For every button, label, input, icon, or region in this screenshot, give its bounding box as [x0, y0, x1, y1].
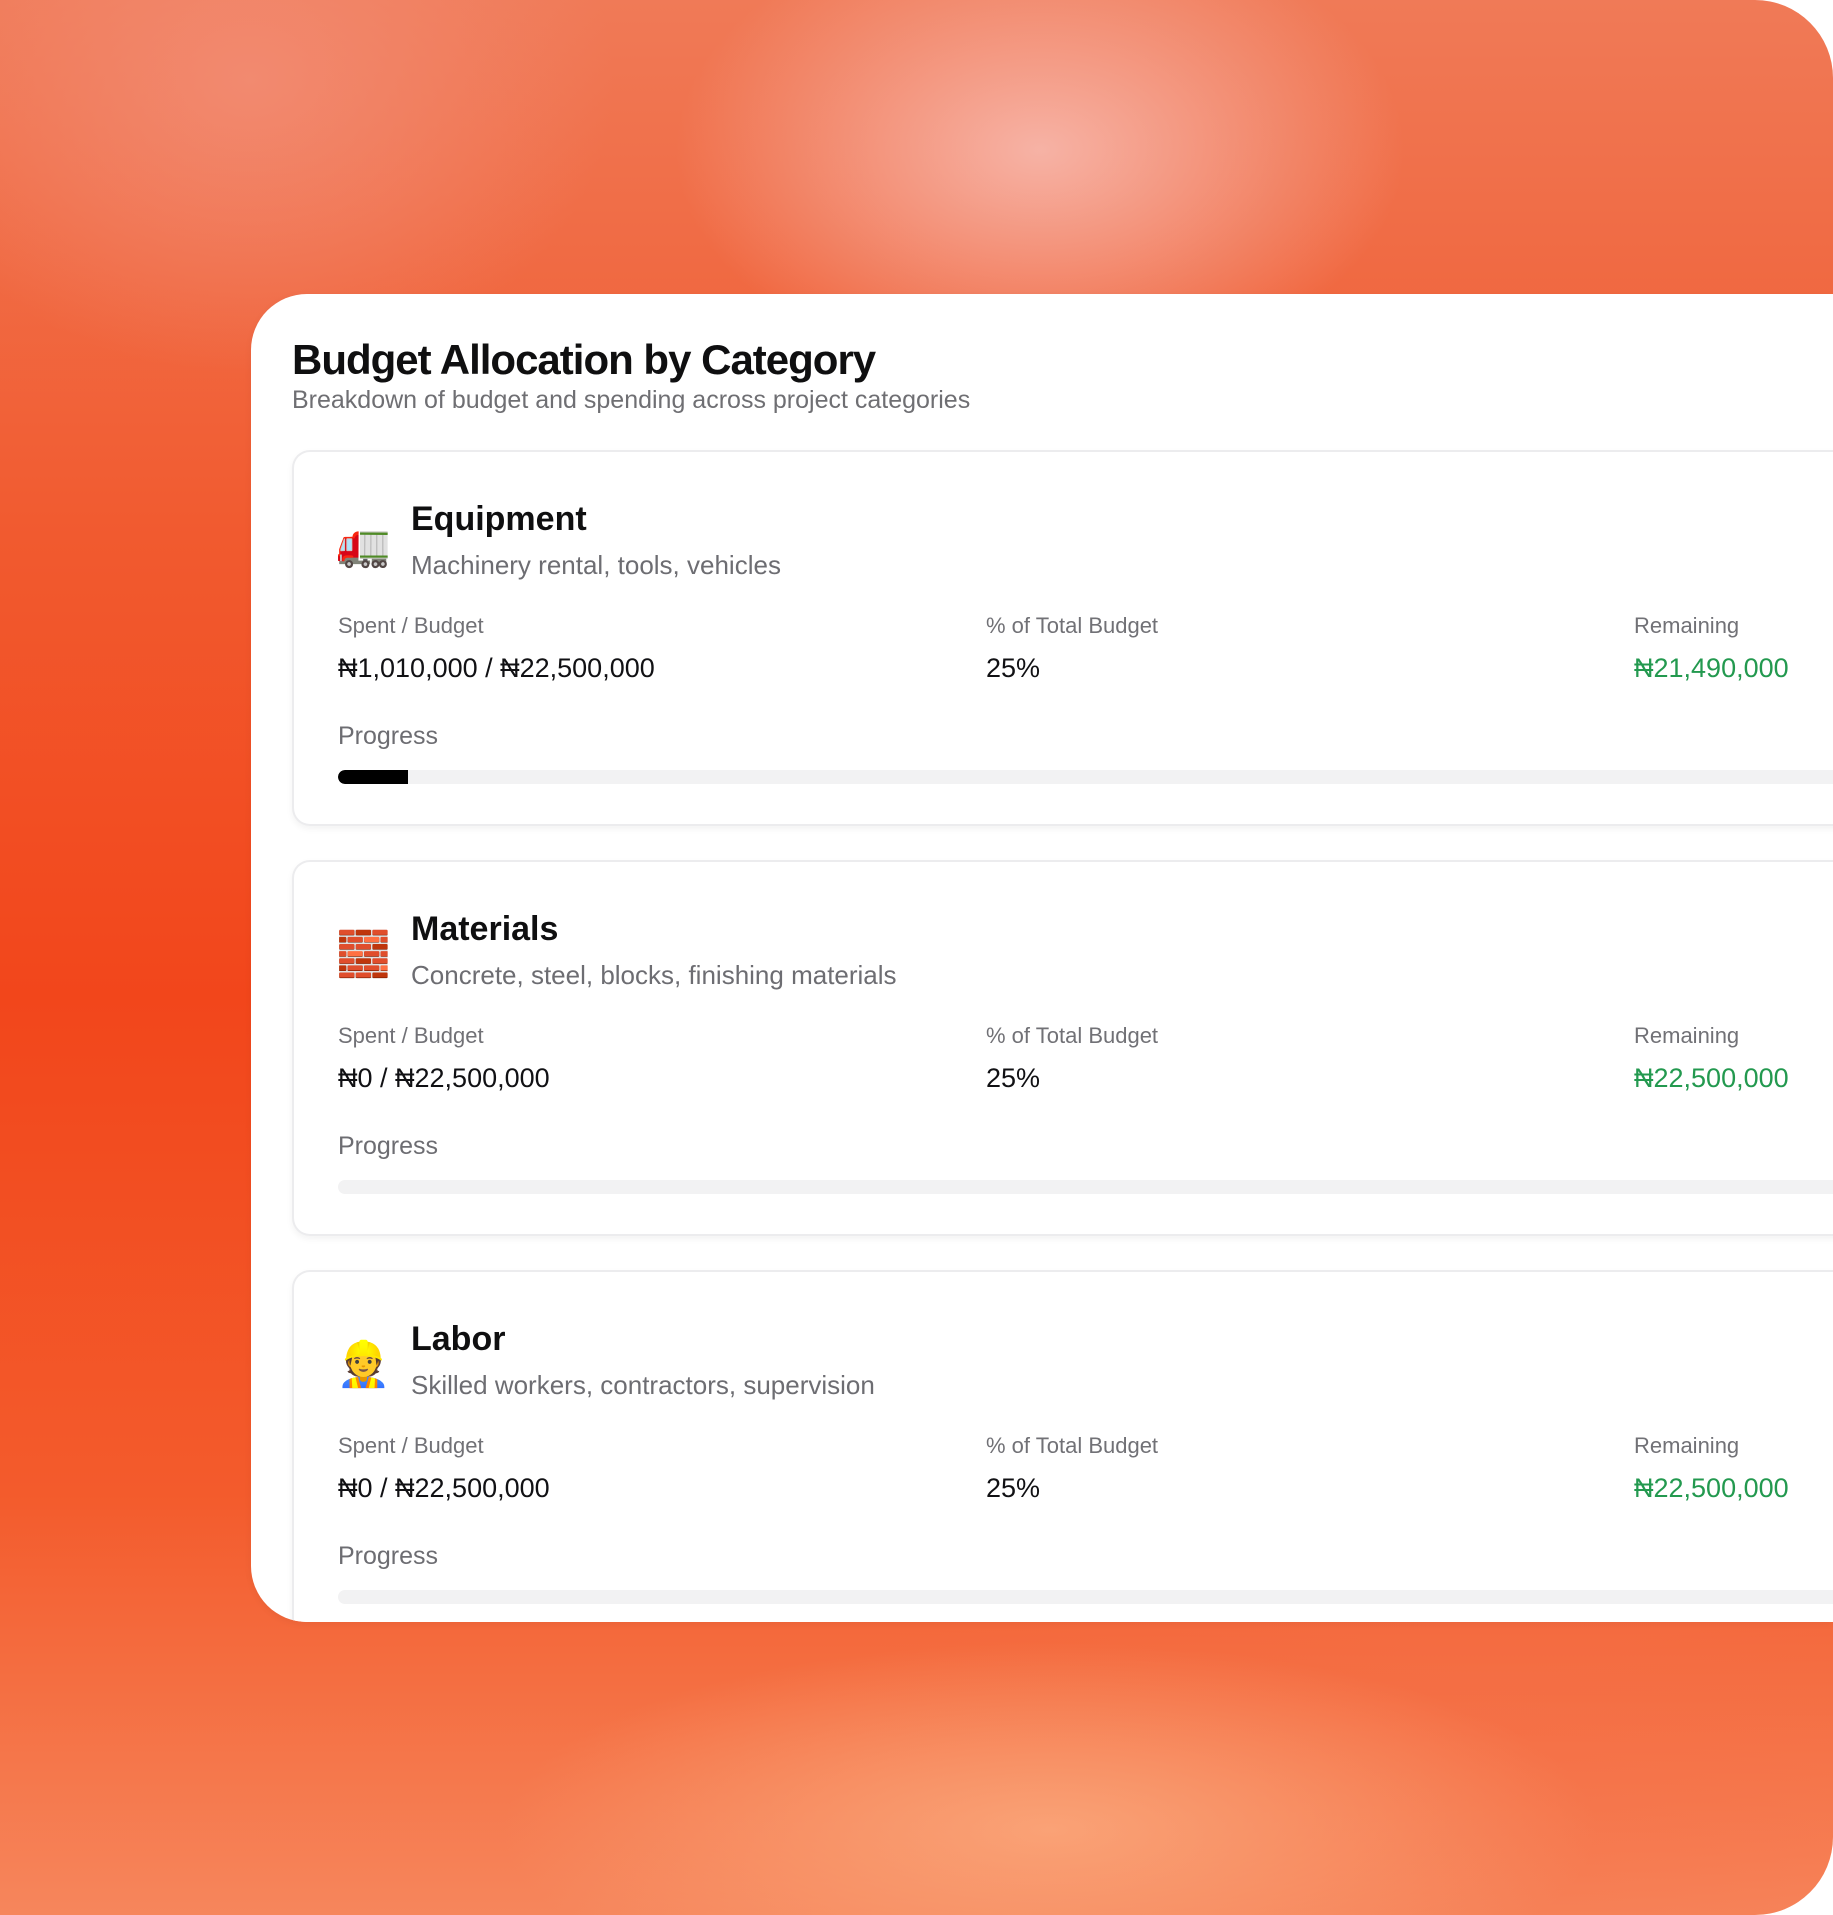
progress-fill [338, 770, 408, 784]
spent-budget-label: Spent / Budget [338, 1433, 484, 1458]
category-name: Equipment [411, 500, 587, 538]
category-description: Machinery rental, tools, vehicles [411, 550, 781, 580]
percent-total-label: % of Total Budget [986, 613, 1159, 638]
page-title: Budget Allocation by Category [292, 336, 876, 383]
category-card-labor[interactable]: 👷 Labor Skilled workers, contractors, su… [292, 1270, 1833, 1622]
truck-icon: 🚛 [336, 520, 391, 569]
budget-allocation-panel: Budget Allocation by Category Breakdown … [251, 294, 1833, 1622]
category-description: Concrete, steel, blocks, finishing mater… [411, 960, 897, 990]
category-card-materials[interactable]: 🧱 Materials Concrete, steel, blocks, fin… [292, 860, 1833, 1236]
progress-label: Progress [338, 1542, 439, 1570]
percent-total-label: % of Total Budget [986, 1433, 1159, 1458]
percent-total-value: 25% [986, 653, 1041, 683]
construction-worker-icon: 👷 [336, 1340, 391, 1389]
spent-budget-value: ₦1,010,000 / ₦22,500,000 [338, 653, 655, 683]
percent-total-label: % of Total Budget [986, 1023, 1159, 1048]
progress-bar [338, 1590, 1833, 1604]
remaining-value: ₦21,490,000 [1634, 653, 1789, 683]
spent-budget-label: Spent / Budget [338, 613, 484, 638]
category-card-equipment[interactable]: 🚛 Equipment Machinery rental, tools, veh… [292, 450, 1833, 826]
remaining-label: Remaining [1634, 1433, 1740, 1458]
remaining-value: ₦22,500,000 [1634, 1063, 1789, 1093]
spent-budget-value: ₦0 / ₦22,500,000 [338, 1063, 550, 1093]
percent-total-value: 25% [986, 1473, 1041, 1503]
progress-label: Progress [338, 722, 439, 750]
progress-bar [338, 770, 1833, 784]
remaining-label: Remaining [1634, 1023, 1740, 1048]
progress-label: Progress [338, 1132, 439, 1160]
category-name: Materials [411, 910, 559, 948]
category-description: Skilled workers, contractors, supervisio… [411, 1370, 875, 1400]
spent-budget-label: Spent / Budget [338, 1023, 484, 1048]
category-name: Labor [411, 1320, 506, 1358]
spent-budget-value: ₦0 / ₦22,500,000 [338, 1473, 550, 1503]
remaining-label: Remaining [1634, 613, 1740, 638]
page-subtitle: Breakdown of budget and spending across … [292, 386, 971, 414]
bricks-icon: 🧱 [336, 930, 391, 979]
progress-bar [338, 1180, 1833, 1194]
remaining-value: ₦22,500,000 [1634, 1473, 1789, 1503]
percent-total-value: 25% [986, 1063, 1041, 1093]
